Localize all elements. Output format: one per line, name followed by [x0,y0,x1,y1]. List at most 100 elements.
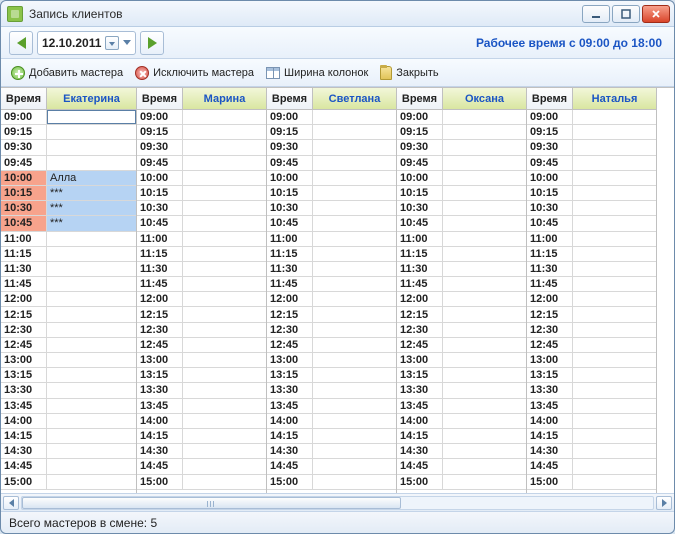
time-header[interactable]: Время [1,88,47,109]
time-row[interactable]: 09:15 [397,125,526,140]
time-row[interactable]: 09:00 [137,110,266,125]
appointment-cell[interactable] [443,216,526,230]
appointment-cell[interactable] [47,110,136,124]
appointment-cell[interactable] [313,140,396,154]
appointment-cell[interactable] [47,459,136,473]
time-row[interactable]: 14:30 [527,444,656,459]
time-row[interactable]: 12:30 [137,323,266,338]
appointment-cell[interactable] [573,292,656,306]
appointment-cell[interactable] [183,156,266,170]
time-row[interactable]: 09:45 [267,156,396,171]
appointment-cell[interactable] [573,338,656,352]
appointment-cell[interactable] [183,307,266,321]
time-row[interactable]: 13:00 [1,353,136,368]
time-row[interactable]: 10:00 [267,171,396,186]
time-row[interactable]: 14:00 [527,414,656,429]
time-row[interactable]: 09:30 [1,140,136,155]
appointment-cell[interactable] [183,475,266,489]
time-row[interactable]: 11:45 [397,277,526,292]
time-row[interactable]: 11:30 [527,262,656,277]
appointment-cell[interactable] [443,444,526,458]
appointment-cell[interactable] [183,338,266,352]
appointment-cell[interactable] [443,414,526,428]
time-row[interactable]: 12:00 [137,292,266,307]
time-row[interactable]: 14:15 [527,429,656,444]
appointment-cell[interactable] [183,292,266,306]
time-row[interactable]: 14:15 [267,429,396,444]
add-master-button[interactable]: Добавить мастера [11,66,123,80]
appointment-cell[interactable] [443,232,526,246]
appointment-cell[interactable] [443,338,526,352]
time-row[interactable]: 10:00Алла [1,171,136,186]
time-row[interactable]: 10:45 [527,216,656,231]
time-row[interactable]: 14:15 [397,429,526,444]
time-row[interactable]: 11:15 [397,247,526,262]
time-row[interactable]: 11:30 [137,262,266,277]
appointment-cell[interactable] [47,383,136,397]
appointment-cell[interactable] [443,399,526,413]
appointment-cell[interactable] [573,232,656,246]
master-name-header[interactable]: Екатерина [47,88,136,109]
time-row[interactable]: 12:15 [527,307,656,322]
time-row[interactable]: 14:45 [267,459,396,474]
time-row[interactable]: 11:00 [397,232,526,247]
time-row[interactable]: 10:30*** [1,201,136,216]
appointment-cell[interactable] [183,140,266,154]
appointment-cell[interactable] [47,247,136,261]
appointment-cell[interactable] [183,232,266,246]
appointment-cell[interactable] [573,125,656,139]
time-row[interactable]: 15:00 [397,475,526,490]
scroll-track[interactable] [21,496,654,510]
time-row[interactable]: 09:15 [527,125,656,140]
time-row[interactable]: 12:15 [1,307,136,322]
time-row[interactable]: 11:15 [267,247,396,262]
master-name-header[interactable]: Марина [183,88,266,109]
remove-master-button[interactable]: Исключить мастера [135,66,254,80]
time-row[interactable]: 15:00 [267,475,396,490]
appointment-cell[interactable] [443,262,526,276]
time-row[interactable]: 09:45 [527,156,656,171]
appointment-cell[interactable] [573,368,656,382]
time-row[interactable]: 13:15 [527,368,656,383]
appointment-cell[interactable] [443,323,526,337]
appointment-cell[interactable] [183,459,266,473]
appointment-cell[interactable] [313,277,396,291]
time-row[interactable]: 09:45 [1,156,136,171]
appointment-cell[interactable] [443,171,526,185]
time-row[interactable]: 12:00 [397,292,526,307]
time-row[interactable]: 09:00 [1,110,136,125]
close-button[interactable] [642,5,670,23]
time-row[interactable]: 14:00 [137,414,266,429]
appointment-cell[interactable]: *** [47,186,136,200]
appointment-cell[interactable] [183,262,266,276]
time-row[interactable]: 12:45 [527,338,656,353]
appointment-cell[interactable] [313,338,396,352]
appointment-cell[interactable] [313,475,396,489]
time-row[interactable]: 15:00 [527,475,656,490]
appointment-cell[interactable] [183,277,266,291]
time-row[interactable]: 12:00 [527,292,656,307]
appointment-cell[interactable] [313,110,396,124]
appointment-cell[interactable] [183,353,266,367]
time-row[interactable]: 12:30 [1,323,136,338]
appointment-cell[interactable] [47,444,136,458]
time-row[interactable]: 13:00 [527,353,656,368]
time-row[interactable]: 11:00 [267,232,396,247]
time-row[interactable]: 13:00 [137,353,266,368]
time-row[interactable]: 12:45 [397,338,526,353]
appointment-cell[interactable] [443,247,526,261]
date-picker[interactable]: 12.10.2011 [37,31,136,55]
appointment-cell[interactable] [573,171,656,185]
scroll-thumb[interactable] [22,497,401,509]
appointment-cell[interactable] [443,201,526,215]
time-row[interactable]: 11:15 [1,247,136,262]
appointment-cell[interactable] [183,414,266,428]
horizontal-scrollbar[interactable] [1,493,674,511]
next-day-button[interactable] [140,31,164,55]
time-row[interactable]: 11:15 [137,247,266,262]
time-row[interactable]: 14:45 [397,459,526,474]
time-row[interactable]: 14:45 [527,459,656,474]
appointment-cell[interactable] [313,156,396,170]
appointment-cell[interactable] [183,399,266,413]
appointment-cell[interactable] [47,140,136,154]
